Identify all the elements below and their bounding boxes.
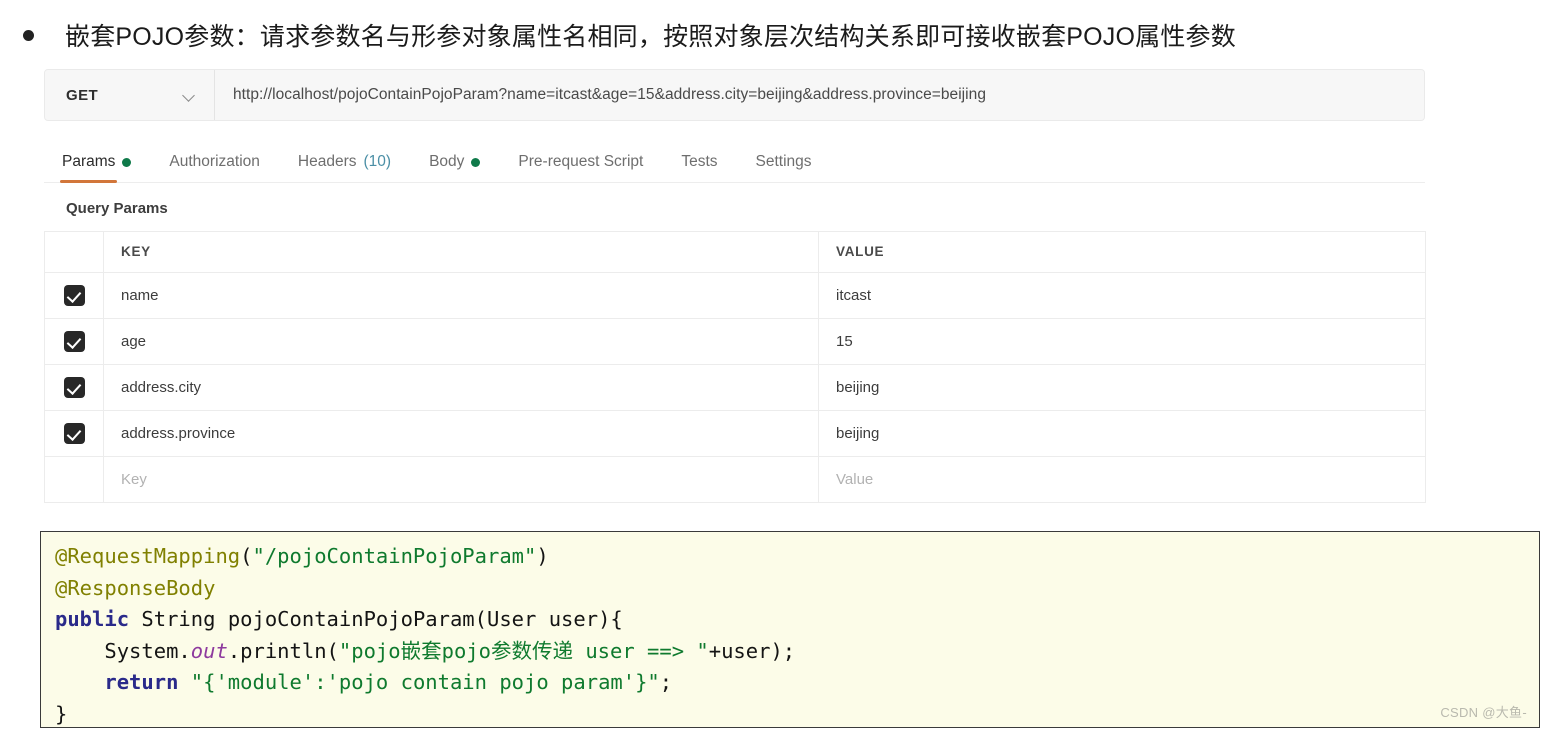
tab-headers[interactable]: Headers (10)	[298, 153, 391, 182]
code-punct: (	[240, 544, 253, 568]
heading: 嵌套POJO参数：请求参数名与形参对象属性名相同，按照对象层次结构关系即可接收嵌…	[0, 12, 1556, 58]
code-semicolon: ;	[659, 670, 673, 694]
tab-settings-label: Settings	[755, 153, 812, 170]
code-punct: )	[536, 544, 549, 568]
header-key-label: KEY	[121, 244, 151, 259]
query-params-table: KEY VALUE name itcast age 15 address.cit…	[44, 231, 1426, 503]
table-row: age 15	[44, 318, 1426, 365]
status-dot-icon	[122, 157, 132, 167]
code-annotation-requestmapping: @RequestMapping	[55, 544, 241, 568]
code-println-rest: +user);	[708, 638, 796, 663]
row-key-text: name	[121, 287, 159, 304]
tab-authorization[interactable]: Authorization	[169, 153, 259, 182]
header-cell-value: VALUE	[818, 231, 1426, 273]
tab-settings[interactable]: Settings	[756, 153, 812, 182]
row-checkbox[interactable]	[63, 331, 85, 352]
tab-pre-request-script-label: Pre-request Script	[518, 153, 644, 170]
new-row-checkbox-cell	[44, 456, 104, 503]
code-println-call: .println(	[227, 638, 339, 663]
row-value-cell[interactable]: itcast	[818, 272, 1426, 319]
code-block: @RequestMapping("/pojoContainPojoParam")…	[40, 531, 1540, 728]
new-row-value-placeholder: Value	[836, 471, 874, 488]
table-row: name itcast	[44, 272, 1426, 319]
row-checkbox-cell	[44, 364, 104, 411]
row-value-cell[interactable]: 15	[818, 318, 1426, 365]
new-row-value-cell[interactable]: Value	[818, 456, 1426, 503]
tab-headers-label: Headers	[297, 153, 357, 170]
code-keyword-return: return	[104, 670, 179, 694]
code-method-signature-rest: (User user){	[474, 607, 623, 631]
tab-body-label: Body	[429, 153, 465, 170]
code-method-name: pojoContainPojoParam	[227, 607, 475, 631]
code-string-return: "{'module':'pojo contain pojo param'}"	[190, 670, 660, 694]
http-method-select[interactable]: GET	[45, 70, 215, 120]
chevron-down-icon	[183, 91, 196, 99]
code-system-ref: System.	[104, 638, 191, 663]
row-checkbox-cell	[44, 410, 104, 457]
query-params-title: Query Params	[66, 200, 168, 217]
row-value-text: itcast	[836, 287, 872, 304]
code-string-mapping-path: "/pojoContainPojoParam"	[252, 544, 537, 568]
row-checkbox-cell	[44, 272, 104, 319]
tab-tests[interactable]: Tests	[681, 153, 717, 182]
header-cell-key: KEY	[103, 231, 819, 273]
row-value-text: beijing	[836, 379, 880, 396]
code-closing-brace: }	[55, 701, 68, 726]
bullet-icon	[23, 29, 34, 41]
new-row-key-cell[interactable]: Key	[103, 456, 819, 503]
new-row-key-placeholder: Key	[121, 471, 147, 488]
code-annotation-responsebody: @ResponseBody	[55, 575, 216, 600]
row-checkbox[interactable]	[63, 423, 85, 444]
row-key-cell[interactable]: address.city	[103, 364, 819, 411]
watermark: CSDN @大鱼-	[1440, 705, 1527, 720]
status-dot-icon	[471, 157, 481, 167]
request-tabs: Params Authorization Headers (10) Body P…	[44, 137, 1425, 183]
http-method-label: GET	[66, 86, 99, 104]
tab-params-label: Params	[62, 153, 116, 170]
url-bar: GET http://localhost/pojoContainPojoPara…	[44, 69, 1425, 121]
row-key-cell[interactable]: name	[103, 272, 819, 319]
table-row-new: Key Value	[44, 456, 1426, 503]
table-row: address.province beijing	[44, 410, 1426, 457]
table-row: address.city beijing	[44, 364, 1426, 411]
code-field-out: out	[190, 638, 228, 663]
tab-body[interactable]: Body	[429, 153, 481, 182]
url-input[interactable]: http://localhost/pojoContainPojoParam?na…	[215, 70, 1424, 120]
row-value-cell[interactable]: beijing	[818, 410, 1426, 457]
row-key-cell[interactable]: age	[103, 318, 819, 365]
row-key-text: address.city	[121, 379, 202, 396]
row-key-cell[interactable]: address.province	[103, 410, 819, 457]
row-value-cell[interactable]: beijing	[818, 364, 1426, 411]
url-value: http://localhost/pojoContainPojoParam?na…	[233, 86, 987, 103]
row-value-text: beijing	[836, 425, 880, 442]
table-header-row: KEY VALUE	[44, 231, 1426, 273]
row-key-text: age	[121, 333, 147, 350]
tab-headers-count: (10)	[363, 153, 392, 170]
row-value-text: 15	[836, 333, 853, 350]
postman-request-panel: GET http://localhost/pojoContainPojoPara…	[44, 69, 1426, 503]
tab-authorization-label: Authorization	[169, 153, 260, 170]
header-cell-checkbox	[44, 231, 104, 273]
code-content: @RequestMapping("/pojoContainPojoParam")…	[55, 541, 1539, 727]
header-value-label: VALUE	[836, 244, 885, 259]
code-return-type: String	[129, 607, 228, 631]
tab-tests-label: Tests	[681, 153, 718, 170]
row-checkbox[interactable]	[63, 285, 85, 306]
code-keyword-public: public	[55, 607, 130, 631]
row-checkbox[interactable]	[63, 377, 85, 398]
tab-params[interactable]: Params	[59, 153, 132, 183]
code-string-println: "pojo嵌套pojo参数传递 user ==> "	[338, 638, 709, 663]
screenshot-root: 嵌套POJO参数：请求参数名与形参对象属性名相同，按照对象层次结构关系即可接收嵌…	[0, 0, 1556, 735]
row-checkbox-cell	[44, 318, 104, 365]
row-key-text: address.province	[121, 425, 236, 442]
heading-text: 嵌套POJO参数：请求参数名与形参对象属性名相同，按照对象层次结构关系即可接收嵌…	[65, 23, 1236, 51]
tab-pre-request-script[interactable]: Pre-request Script	[518, 153, 643, 182]
